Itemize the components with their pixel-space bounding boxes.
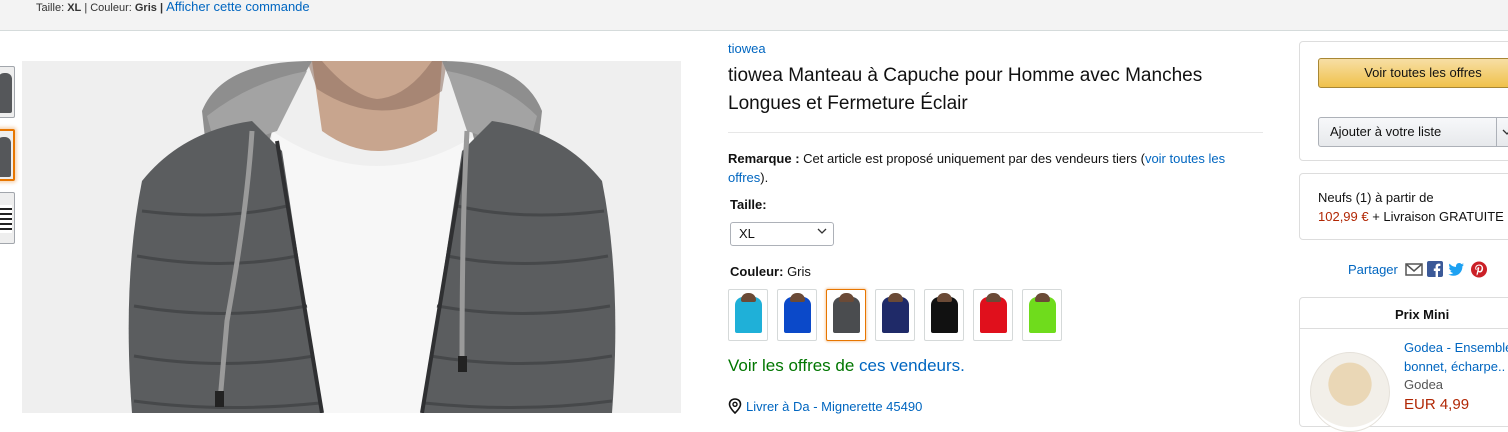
new-price: 102,99 € (1318, 209, 1369, 224)
order-color-label: Couleur: (90, 2, 132, 14)
jacket-photo (22, 61, 681, 413)
size-label: Taille: (730, 197, 767, 212)
thumbnail-size-chart[interactable] (0, 192, 15, 244)
color-swatch[interactable] (924, 289, 964, 341)
twitter-icon[interactable] (1447, 261, 1465, 278)
brand-link[interactable]: tiowea (728, 40, 1263, 58)
color-swatch[interactable] (777, 289, 817, 341)
swatch-hood (790, 293, 805, 302)
thumbnail-jacket-image (0, 137, 11, 177)
divider (1496, 118, 1497, 146)
third-party-note: Remarque : Cet article est proposé uniqu… (728, 149, 1248, 187)
see-all-offers-button[interactable]: Voir toutes les offres (1318, 58, 1508, 88)
product-title: tiowea Manteau à Capuche pour Homme avec… (728, 65, 1203, 114)
thumbnail-selected[interactable] (0, 129, 15, 181)
size-selected-value: XL (739, 226, 755, 241)
prix-mini-header: Prix Mini (1300, 298, 1508, 329)
email-icon[interactable] (1405, 261, 1423, 278)
offers-line: Voir les offres de ces vendeurs. (728, 356, 965, 376)
swatch-jacket (931, 297, 958, 333)
prix-mini-item-link[interactable]: Godea - Ensemble bonnet, écharpe.. (1404, 338, 1508, 376)
swatch-hood (888, 293, 903, 302)
add-to-list-button[interactable]: Ajouter à votre liste (1318, 117, 1508, 147)
new-offers-link[interactable]: Neufs (1) à partir de (1318, 190, 1434, 205)
color-swatch[interactable] (875, 289, 915, 341)
prix-mini-item-image[interactable] (1310, 352, 1390, 432)
prix-mini-item-price: EUR 4,99 (1404, 396, 1470, 413)
order-info-row: Taille: XL | Couleur: Gris | Afficher ce… (36, 0, 310, 14)
swatch-jacket (980, 297, 1007, 333)
color-swatch[interactable] (826, 289, 866, 341)
location-pin-icon (728, 398, 742, 415)
share-label: Partager (1348, 262, 1398, 277)
deliver-to-link[interactable]: Livrer à Da - Mignerette 45490 (728, 398, 923, 415)
size-dropdown[interactable]: XL (730, 222, 834, 246)
color-value: Gris (783, 264, 811, 279)
swatch-hood (741, 293, 756, 302)
swatch-jacket (1029, 297, 1056, 333)
separator: | (84, 2, 88, 14)
thumbnail[interactable] (0, 66, 15, 118)
color-swatch[interactable] (973, 289, 1013, 341)
chevron-down-icon (1502, 129, 1508, 135)
separator: | (159, 2, 164, 14)
swatch-jacket (735, 297, 762, 333)
pinterest-icon[interactable] (1470, 261, 1488, 278)
swatch-hood (839, 293, 854, 302)
sellers-link[interactable]: ces vendeurs. (859, 356, 965, 375)
facebook-icon[interactable] (1426, 261, 1444, 278)
color-swatch[interactable] (1022, 289, 1062, 341)
thumbnail-jacket-image (0, 73, 12, 113)
offers-prefix: Voir les offres de (728, 356, 860, 375)
color-row: Couleur: Gris (730, 264, 811, 279)
order-color-value: Gris (134, 2, 157, 14)
shipping-text: + Livraison GRATUITE (1368, 209, 1504, 224)
view-order-link[interactable]: Afficher cette commande (166, 0, 310, 14)
order-size-value: XL (67, 2, 82, 14)
item-title-line2: bonnet, écharpe.. (1404, 359, 1506, 374)
note-end: ). (760, 170, 769, 185)
prix-mini-item-brand: Godea (1404, 377, 1444, 392)
swatch-jacket (833, 297, 860, 333)
note-label: Remarque : (728, 151, 800, 166)
color-swatch[interactable] (728, 289, 768, 341)
prix-mini-box: Prix Mini Godea - Ensemble bonnet, échar… (1299, 297, 1508, 432)
swatch-jacket (784, 297, 811, 333)
new-offers-box: Neufs (1) à partir de 102,99 € + Livrais… (1299, 173, 1508, 240)
price-line: 102,99 € + Livraison GRATUITE (1318, 209, 1504, 224)
swatch-jacket (882, 297, 909, 333)
swatch-hood (986, 293, 1001, 302)
prix-mini-title: Prix Mini (1395, 307, 1450, 322)
swatch-hood (1035, 293, 1050, 302)
order-info-bar: Taille: XL | Couleur: Gris | Afficher ce… (0, 0, 1508, 31)
divider (728, 132, 1263, 133)
main-product-image[interactable] (22, 61, 681, 413)
buy-box: Voir toutes les offres Ajouter à votre l… (1299, 41, 1508, 161)
thumbnail-strip (0, 66, 16, 255)
chevron-down-icon (817, 228, 827, 234)
product-details: tiowea tiowea Manteau à Capuche pour Hom… (728, 40, 1263, 415)
swatch-hood (937, 293, 952, 302)
thumbnail-chart-image (0, 205, 12, 233)
order-size-label: Taille: (36, 2, 65, 14)
add-to-list-label: Ajouter à votre liste (1330, 124, 1442, 139)
note-text: Cet article est proposé uniquement par d… (799, 151, 1145, 166)
item-title-line1: Godea - Ensemble (1404, 340, 1508, 355)
deliver-text: Livrer à Da - Mignerette 45490 (746, 399, 923, 414)
color-label: Couleur: (730, 264, 784, 279)
